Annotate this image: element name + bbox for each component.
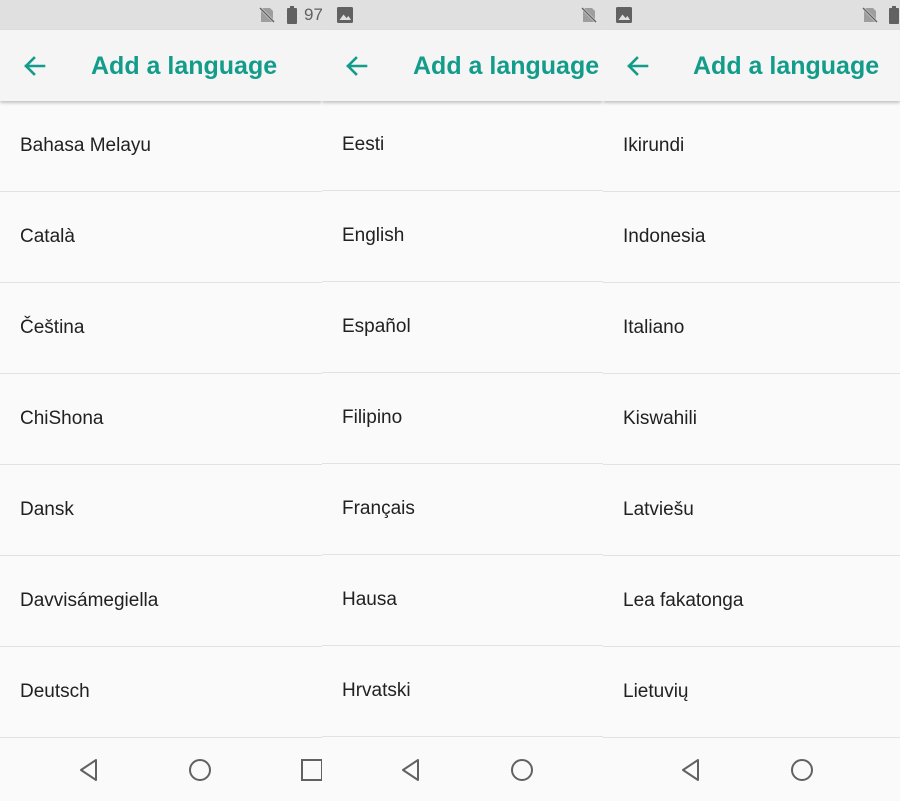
language-label: Hrvatski	[342, 680, 411, 701]
language-label: Kiswahili	[623, 408, 697, 429]
no-sim-icon	[259, 7, 275, 23]
language-label: Català	[20, 226, 75, 247]
status-bar: 97	[0, 0, 322, 30]
language-screen-2: Add a language Eesti English Español Fil…	[322, 0, 603, 801]
page-title: Add a language	[693, 52, 880, 80]
language-item[interactable]: Deutsch	[0, 647, 322, 738]
language-label: English	[342, 225, 405, 246]
language-label: Lietuvių	[623, 681, 689, 702]
navigation-bar	[322, 739, 603, 801]
language-item[interactable]: Dansk	[0, 465, 322, 556]
language-label: Deutsch	[20, 681, 90, 702]
language-label: Italiano	[623, 317, 685, 338]
language-list: Eesti English Español Filipino Français …	[322, 100, 603, 737]
language-item[interactable]: Kiswahili	[603, 374, 900, 465]
language-label: Davvisámegiella	[20, 590, 159, 611]
language-item[interactable]: Filipino	[322, 373, 603, 464]
language-label: Français	[342, 498, 415, 519]
back-arrow-icon[interactable]	[18, 50, 50, 82]
back-arrow-icon[interactable]	[340, 50, 372, 82]
language-label: ChiShona	[20, 408, 104, 429]
nav-home-icon[interactable]	[789, 757, 815, 783]
language-item[interactable]: Indonesia	[603, 192, 900, 283]
language-item[interactable]: Lietuvių	[603, 647, 900, 738]
navigation-bar	[0, 739, 322, 801]
language-item[interactable]: Italiano	[603, 283, 900, 374]
language-label: Hausa	[342, 589, 397, 610]
nav-back-icon[interactable]	[398, 757, 424, 783]
language-label: Filipino	[342, 407, 403, 428]
language-label: Indonesia	[623, 226, 706, 247]
nav-recents-icon[interactable]	[299, 757, 322, 783]
language-label: Čeština	[20, 317, 85, 338]
image-notification-icon	[616, 7, 632, 23]
language-label: Latviešu	[623, 499, 694, 520]
language-list: Ikirundi Indonesia Italiano Kiswahili La…	[603, 101, 900, 738]
no-sim-icon	[581, 7, 597, 23]
language-item[interactable]: ChiShona	[0, 374, 322, 465]
app-bar: Add a language	[603, 30, 900, 101]
image-notification-icon	[337, 7, 353, 23]
language-item[interactable]: Hrvatski	[322, 646, 603, 737]
language-list: Bahasa Melayu Català Čeština ChiShona Da…	[0, 101, 322, 738]
language-item[interactable]: Latviešu	[603, 465, 900, 556]
language-item[interactable]: Bahasa Melayu	[0, 101, 322, 192]
language-item[interactable]: Català	[0, 192, 322, 283]
back-arrow-icon[interactable]	[621, 50, 653, 82]
language-item[interactable]: Hausa	[322, 555, 603, 646]
nav-home-icon[interactable]	[187, 757, 213, 783]
language-label: Lea fakatonga	[623, 590, 744, 611]
language-item[interactable]: Lea fakatonga	[603, 556, 900, 647]
language-item[interactable]: Eesti	[322, 100, 603, 191]
battery-icon	[287, 6, 297, 24]
app-bar: Add a language	[322, 30, 603, 101]
language-label: Dansk	[20, 499, 74, 520]
nav-back-icon[interactable]	[678, 757, 704, 783]
nav-back-icon[interactable]	[76, 757, 102, 783]
language-label: Ikirundi	[623, 135, 685, 156]
language-item[interactable]: Français	[322, 464, 603, 555]
battery-percentage: 97	[304, 5, 322, 24]
nav-home-icon[interactable]	[509, 757, 535, 783]
language-item[interactable]: English	[322, 191, 603, 282]
language-screen-1: 97 Add a language Bahasa Melayu Català Č…	[0, 0, 322, 801]
language-item[interactable]: Ikirundi	[603, 101, 900, 192]
battery-icon	[889, 6, 899, 24]
language-label: Bahasa Melayu	[20, 135, 151, 156]
language-item[interactable]: Čeština	[0, 283, 322, 374]
app-bar: Add a language	[0, 30, 322, 101]
page-title: Add a language	[413, 52, 600, 80]
status-bar	[603, 0, 900, 30]
language-item[interactable]: Español	[322, 282, 603, 373]
language-label: Español	[342, 316, 411, 337]
status-bar	[322, 0, 603, 30]
navigation-bar	[603, 739, 900, 801]
language-label: Eesti	[342, 134, 385, 155]
no-sim-icon	[862, 7, 878, 23]
language-item[interactable]: Davvisámegiella	[0, 556, 322, 647]
language-screen-3: Add a language Ikirundi Indonesia Italia…	[603, 0, 900, 801]
page-title: Add a language	[91, 52, 278, 80]
